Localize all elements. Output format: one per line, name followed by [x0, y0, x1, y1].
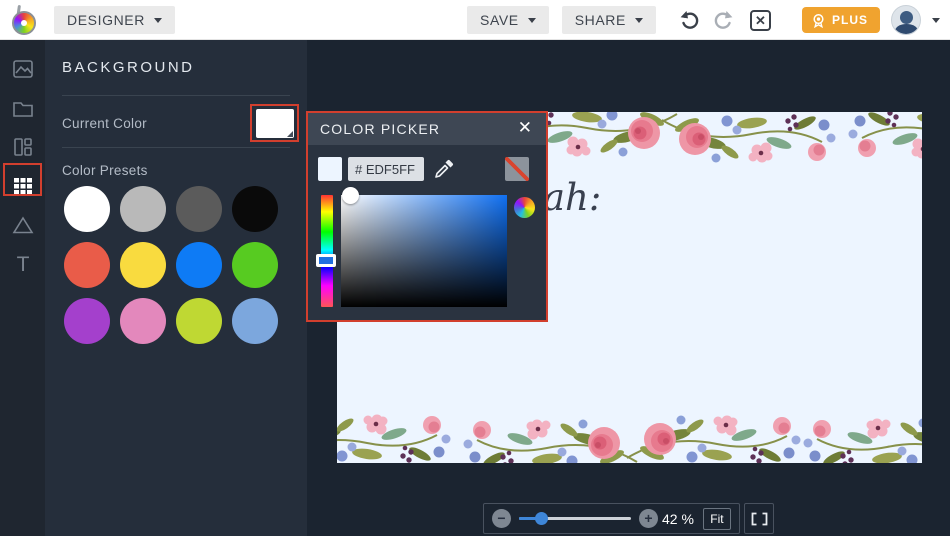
folder-icon: [12, 101, 33, 117]
preset-red[interactable]: [64, 242, 110, 288]
zoom-bar: − + 42 % Fit: [483, 503, 740, 534]
current-color-label: Current Color: [62, 116, 147, 131]
caret-down-icon: [527, 17, 536, 23]
color-picker-title: COLOR PICKER: [320, 121, 441, 137]
designer-menu-label: DESIGNER: [67, 12, 145, 28]
saturation-handle[interactable]: [342, 187, 359, 204]
zoom-slider-handle[interactable]: [535, 512, 548, 525]
preset-black[interactable]: [232, 186, 278, 232]
divider: [62, 95, 290, 96]
fullscreen-icon: [751, 512, 767, 525]
redo-icon: [714, 11, 733, 29]
preset-blue[interactable]: [176, 242, 222, 288]
color-presets-label: Color Presets: [62, 163, 148, 178]
color-picker-header[interactable]: COLOR PICKER ✕: [308, 113, 546, 145]
designer-menu-button[interactable]: DESIGNER: [54, 6, 175, 34]
undo-icon: [680, 11, 699, 29]
plus-label: PLUS: [831, 13, 868, 27]
zoom-out-button[interactable]: −: [492, 509, 511, 528]
sidebar-item-patterns[interactable]: [0, 166, 45, 205]
fit-button[interactable]: Fit: [702, 507, 731, 530]
swatch-corner-caret-icon: [287, 131, 293, 137]
avatar[interactable]: [891, 5, 921, 35]
triangle-icon: [12, 215, 33, 233]
save-label: SAVE: [480, 12, 519, 28]
picker-color-swatch: [318, 157, 342, 181]
preset-white[interactable]: [64, 186, 110, 232]
background-panel: BACKGROUND Current Color Color Presets: [45, 40, 307, 536]
app-window: DESIGNER SAVE SHARE ✕ PLUS T BACKGROUND …: [0, 0, 950, 536]
hue-slider-handle[interactable]: [316, 254, 336, 267]
preset-light-gray[interactable]: [120, 186, 166, 232]
redo-button[interactable]: [712, 8, 736, 32]
preset-dark-gray[interactable]: [176, 186, 222, 232]
hex-color-input[interactable]: [348, 157, 424, 181]
svg-text:T: T: [16, 253, 29, 276]
fullscreen-button[interactable]: [744, 503, 774, 534]
close-picker-button[interactable]: ✕: [512, 117, 538, 139]
sidebar-item-shapes[interactable]: [0, 205, 45, 244]
no-color-button[interactable]: [505, 157, 529, 181]
preset-purple[interactable]: [64, 298, 110, 344]
image-icon: [12, 59, 33, 78]
share-label: SHARE: [574, 12, 626, 28]
hue-slider[interactable]: [321, 195, 333, 307]
close-editor-button[interactable]: ✕: [749, 9, 771, 31]
preset-light-blue[interactable]: [232, 298, 278, 344]
divider: [62, 147, 290, 148]
befunky-logo-icon[interactable]: [10, 4, 42, 37]
saturation-brightness-area[interactable]: [341, 195, 507, 307]
topbar: DESIGNER SAVE SHARE ✕ PLUS: [0, 0, 950, 40]
tools-sidebar: T: [0, 40, 45, 536]
undo-button[interactable]: [677, 8, 701, 32]
color-presets-grid: [64, 186, 284, 344]
sidebar-item-text[interactable]: T: [0, 244, 45, 283]
color-picker-popup: COLOR PICKER ✕: [306, 111, 548, 322]
topbar-account: PLUS: [801, 5, 940, 35]
save-button[interactable]: SAVE: [467, 6, 549, 34]
preset-yellow[interactable]: [120, 242, 166, 288]
share-button[interactable]: SHARE: [561, 6, 656, 34]
text-icon: T: [16, 253, 29, 276]
account-caret-down-icon[interactable]: [932, 17, 940, 23]
current-color-swatch[interactable]: [256, 109, 294, 138]
zoom-in-button[interactable]: +: [639, 509, 658, 528]
eyedropper-button[interactable]: [432, 157, 456, 181]
sidebar-item-image[interactable]: [0, 49, 45, 88]
layout-icon: [13, 137, 32, 156]
canvas-text-fragment[interactable]: ah:: [543, 176, 601, 219]
sidebar-item-layouts[interactable]: [0, 127, 45, 166]
sidebar-item-manager[interactable]: [0, 88, 45, 127]
preset-pink[interactable]: [120, 298, 166, 344]
caret-down-icon: [153, 17, 162, 23]
zoom-percent: 42 %: [662, 510, 694, 527]
plus-badge-icon: [813, 13, 824, 28]
preset-chartreuse[interactable]: [176, 298, 222, 344]
floral-border-bottom: [337, 413, 922, 463]
close-editor-icon: ✕: [749, 9, 771, 31]
topbar-actions: SAVE SHARE ✕: [467, 6, 771, 34]
color-wheel-icon[interactable]: [514, 197, 535, 218]
panel-title: BACKGROUND: [62, 59, 195, 76]
plus-upgrade-button[interactable]: PLUS: [801, 7, 880, 33]
preset-green[interactable]: [232, 242, 278, 288]
caret-down-icon: [634, 17, 643, 23]
eyedropper-icon: [435, 160, 453, 178]
grid-icon: [13, 177, 32, 194]
zoom-slider[interactable]: [519, 512, 631, 525]
